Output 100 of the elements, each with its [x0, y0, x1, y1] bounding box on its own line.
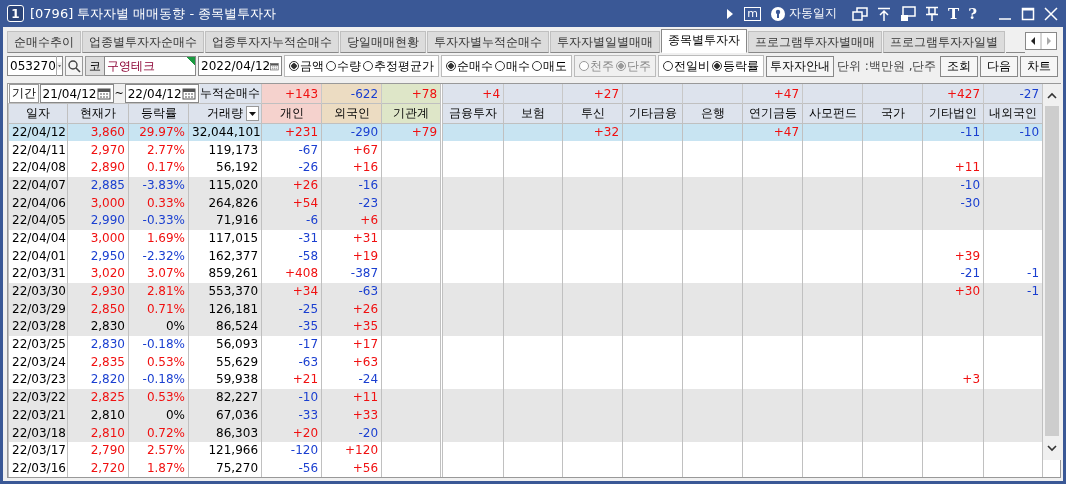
total-cell: +427 [922, 84, 984, 104]
table-cell: 2,835 [67, 353, 129, 372]
table-cell: +63 [321, 353, 382, 372]
help-button[interactable]: ? [968, 4, 977, 23]
table-cell: -1 [983, 265, 1043, 283]
table-cell: 22/03/23 [8, 371, 68, 389]
radio-button[interactable]: 등락률 [712, 57, 759, 75]
sort-dropdown-icon[interactable] [246, 106, 260, 121]
radio-button[interactable]: 매수 [495, 57, 530, 75]
stock-name-field[interactable]: 구영테크 [104, 56, 196, 76]
end-date-field[interactable]: 22/04/12 [124, 84, 199, 103]
dropdown-icon[interactable] [55, 56, 62, 76]
table-row[interactable]: 22/03/30 2,930 2.81% 553,370 +34 -63 +30 -1 [8, 282, 1043, 301]
start-date-field[interactable]: 21/04/12 [39, 84, 114, 103]
table-cell: 119,173 [188, 141, 262, 159]
total-cell: +4 [441, 84, 504, 104]
table-row[interactable]: 22/04/07 2,885 -3.83% 115,020 +26 -16 -10 [8, 176, 1043, 195]
pin-icon[interactable] [925, 6, 940, 21]
auto-journal-button[interactable]: 자동일지 [770, 5, 838, 22]
table-cell: -10 [261, 388, 322, 407]
table-cell: +47 [742, 123, 803, 142]
table-row[interactable]: 22/04/04 3,000 1.69% 117,015 -31 +31 [8, 229, 1043, 248]
table-row[interactable]: 22/03/25 2,830 -0.18% 56,093 -17 +17 [8, 335, 1043, 354]
tab[interactable]: 순매수추이 [7, 31, 81, 53]
windows-icon[interactable] [852, 6, 869, 21]
table-cell: 22/03/24 [8, 353, 68, 372]
date-field[interactable]: 2022/04/12 [198, 56, 282, 76]
maximize-icon[interactable] [1021, 6, 1035, 21]
memo-button[interactable]: m [744, 6, 762, 21]
action-button[interactable]: 차트 [1019, 55, 1058, 77]
radio-button[interactable]: 금액 [289, 57, 324, 75]
table-cell: -20 [321, 424, 382, 442]
radio-button[interactable]: 수량 [326, 57, 361, 75]
table-row[interactable]: 22/03/17 2,790 2.57% 121,966 -120 +120 [8, 441, 1043, 460]
table-cell: 2.77% [128, 141, 189, 159]
table-row[interactable]: 22/04/11 2,970 2.77% 119,173 -67 +67 [8, 141, 1043, 159]
column-header: 국가 [862, 103, 923, 124]
help-button[interactable]: T [948, 4, 960, 23]
table-cell: +21 [261, 371, 322, 389]
table-row[interactable]: 22/04/06 3,000 0.33% 264,826 +54 -23 -30 [8, 194, 1043, 212]
table-row[interactable]: 22/03/22 2,825 0.53% 82,227 -10 +11 [8, 388, 1043, 407]
tab[interactable]: 프로그램투자자일별 [883, 31, 1005, 53]
investor-guide-button[interactable]: 투자자안내 [766, 55, 834, 77]
table-cell: 59,938 [188, 371, 262, 389]
radio-button[interactable]: 추정평균가 [363, 57, 434, 75]
table-row[interactable]: 22/03/18 2,810 0.72% 86,303 +20 -20 [8, 424, 1043, 442]
tab[interactable]: 프로그램투자자별매매 [748, 31, 882, 53]
table-cell: -0.33% [128, 211, 189, 230]
table-cell: +54 [261, 194, 322, 212]
table-cell: 2,990 [67, 211, 129, 230]
table-cell: -35 [261, 318, 322, 336]
table-cell: -31 [261, 229, 322, 248]
lock-window-icon[interactable] [900, 5, 917, 22]
table-cell: 2,810 [67, 424, 129, 442]
scrollbar[interactable] [1043, 84, 1062, 460]
upload-icon[interactable] [877, 6, 892, 21]
table-cell: -10 [983, 123, 1043, 142]
tab[interactable]: 투자자별일별매매 [550, 31, 660, 53]
radio-button[interactable]: 매도 [532, 57, 567, 75]
table-cell: 22/03/22 [8, 388, 68, 407]
table-cell: 32,044,101 [188, 123, 262, 142]
table-row[interactable]: 22/03/28 2,830 0% 86,524 -35 +35 [8, 318, 1043, 336]
table-cell: +231 [261, 123, 322, 142]
table-row[interactable]: 22/04/01 2,950 -2.32% 162,377 -58 +19 +39 [8, 247, 1043, 265]
tab[interactable]: 업종투자자누적순매수 [205, 31, 339, 53]
table-cell: -17 [261, 335, 322, 354]
table-cell: 2,720 [67, 459, 129, 478]
column-header: 금융투자 [441, 103, 504, 124]
action-button[interactable]: 조회 [939, 55, 978, 77]
table-row[interactable]: 22/03/16 2,720 1.87% 75,270 -56 +56 [8, 459, 1043, 478]
table-cell: 22/04/04 [8, 229, 68, 248]
table-row[interactable]: 22/03/29 2,850 0.71% 126,181 -25 +26 [8, 300, 1043, 319]
key-icon [770, 5, 787, 22]
table-cell: -2.32% [128, 247, 189, 265]
table-cell: 22/03/25 [8, 335, 68, 354]
action-button[interactable]: 다음 [979, 55, 1018, 77]
tab[interactable]: 업종별투자자순매수 [82, 31, 204, 53]
tab-scroll-arrows-icon[interactable] [1025, 32, 1057, 50]
calendar-icon[interactable] [181, 87, 196, 100]
column-header: 현재가 [67, 103, 129, 124]
radio-button[interactable]: 전일비 [663, 57, 710, 75]
search-icon[interactable] [65, 56, 83, 76]
table-cell: +35 [321, 318, 382, 336]
close-icon[interactable] [1044, 6, 1058, 21]
total-cell: +47 [742, 84, 803, 104]
stock-code-field[interactable]: 053270 [7, 56, 63, 76]
column-header: 기타금융 [622, 103, 683, 124]
table-cell: 1.69% [128, 229, 189, 248]
table-cell: 264,826 [188, 194, 262, 212]
table-cell: -0.18% [128, 335, 189, 354]
calendar-icon[interactable] [96, 87, 111, 100]
table-cell: +11 [922, 158, 984, 177]
tab[interactable]: 투자자별누적순매수 [427, 31, 549, 53]
table-cell: -120 [261, 441, 322, 460]
tab[interactable]: 종목별투자자 [661, 29, 747, 53]
table-row[interactable]: 22/03/24 2,835 0.53% 55,629 -63 +63 [8, 353, 1043, 372]
window-number: 1 [7, 5, 24, 22]
table-cell: -6 [261, 211, 322, 230]
radio-button[interactable]: 순매수 [446, 57, 493, 75]
tab[interactable]: 당일매매현황 [340, 31, 426, 53]
